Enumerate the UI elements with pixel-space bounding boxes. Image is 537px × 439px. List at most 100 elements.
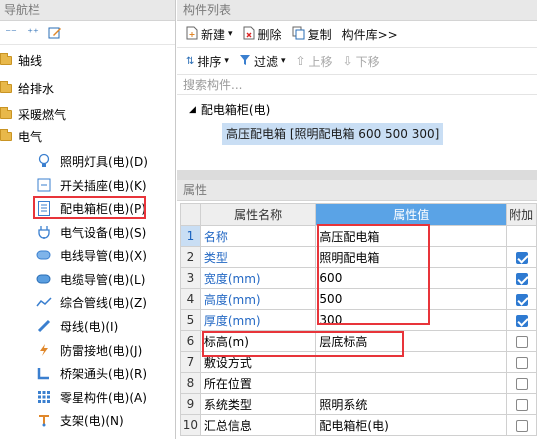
move-down-button[interactable]: ⇩ 下移 [339,50,384,72]
copy-button[interactable]: 复制 [288,23,336,45]
prop-value[interactable]: 配电箱柜(电) [315,414,508,436]
folder-icon [0,128,12,141]
table-row: 5 厚度(mm) 300 [180,309,537,331]
component-tree: ◢ 配电箱柜(电) 高压配电箱 [照明配电箱 600 500 300] [177,95,537,165]
arrow-down-icon: ⇩ [342,54,353,68]
nav-item-lighting[interactable]: 照明灯具(电)(D) [36,150,148,172]
prop-value[interactable] [315,372,508,394]
lightning-icon [36,342,52,358]
folder-icon [0,52,12,65]
prop-value[interactable]: 500 [315,288,508,310]
new-button[interactable]: 新建 ▾ [182,23,237,45]
new-icon [186,26,198,43]
nav-item-bracket[interactable]: 支架(电)(N) [36,409,124,431]
row-number: 4 [180,288,201,310]
corner-cell [180,203,201,226]
component-library-button[interactable]: 构件库>> [338,23,402,45]
sort-icon: ⇅ [186,55,195,67]
delete-button[interactable]: 删除 [239,23,286,45]
nav-item-busbar[interactable]: 母线(电)(I) [36,315,118,337]
nav-title: 导航栏 [0,0,175,21]
folder-axis[interactable]: 轴线 [0,49,42,71]
arrow-up-icon: ⇧ [295,54,306,68]
extra-checkbox[interactable] [515,314,528,327]
copy-label: 复制 [307,27,332,42]
copy-icon [292,26,305,43]
prop-value[interactable] [315,351,508,373]
row-number: 6 [180,330,201,352]
nav-item-cable-pipe[interactable]: 电缆导管(电)(L) [36,268,145,290]
nav-item-label: 电气设备(电)(S) [60,225,147,240]
extra-checkbox[interactable] [515,419,528,432]
nav-toolbar: ⁻⁻ ⁺⁺ [0,21,175,45]
extra-checkbox[interactable] [515,251,528,264]
chevron-down-icon: ▾ [280,56,286,66]
component-search-input[interactable]: 搜索构件... [177,75,537,95]
folder-label: 给排水 [18,81,55,96]
prop-name: 敷设方式 [199,351,317,373]
nav-item-equipment[interactable]: 电气设备(电)(S) [36,221,146,243]
table-row: 3 宽度(mm) 600 [180,267,537,289]
properties-title: 属性 [177,180,537,201]
prop-value[interactable]: 层底标高 [315,330,508,352]
extra-checkbox[interactable] [515,293,528,306]
table-row: 1 名称 高压配电箱 [180,225,537,247]
pipeline-icon [36,294,52,310]
folder-icon [0,80,12,93]
sort-button[interactable]: ⇅ 排序 ▾ [182,50,233,72]
cable-pipe-icon [36,271,52,287]
table-row: 4 高度(mm) 500 [180,288,537,310]
nav-item-label: 照明灯具(电)(D) [60,154,148,169]
prop-value[interactable]: 600 [315,267,508,289]
nav-item-bridge[interactable]: 桥架通头(电)(R) [36,362,147,384]
selected-item-highlight [33,196,146,219]
extra-checkbox[interactable] [515,356,528,369]
folder-electrical[interactable]: 电气 [0,125,42,147]
folder-heating[interactable]: 采暖燃气 [0,103,66,125]
component-tree-child-selected[interactable]: 高压配电箱 [照明配电箱 600 500 300] [222,123,444,145]
table-row: 10 汇总信息 配电箱柜(电) [180,414,537,436]
filter-button[interactable]: 过滤 ▾ [235,50,290,72]
bridge-icon [36,365,52,381]
prop-value[interactable]: 照明配电箱 [315,246,508,268]
properties-panel: 属性 属性名称 属性值 附加 1 名称 高压配电箱 2 类型 照明配电箱 3 宽… [177,180,537,439]
extra-checkbox[interactable] [515,377,528,390]
sort-label: 排序 [197,54,222,69]
nav-item-pipeline[interactable]: 综合管线(电)(Z) [36,291,147,313]
expand-all-icon[interactable]: ⁺⁺ [24,24,42,42]
nav-item-lightning[interactable]: 防雷接地(电)(J) [36,339,142,361]
component-list-panel: 构件列表 新建 ▾ 删除 复制 构件库>> ⇅ 排序 ▾ 过滤 ▾ ⇧ 上移 ⇩… [177,0,537,170]
new-label: 新建 [201,27,226,42]
row-number: 1 [180,225,201,247]
nav-item-label: 防雷接地(电)(J) [60,343,143,358]
folder-water[interactable]: 给排水 [0,77,54,99]
prop-value[interactable]: 照明系统 [315,393,508,415]
extra-checkbox[interactable] [515,398,528,411]
col-header-name: 属性名称 [199,203,317,226]
prop-value[interactable]: 高压配电箱 [315,225,508,247]
prop-name: 宽度(mm) [199,267,317,289]
nav-item-misc[interactable]: 零星构件(电)(A) [36,386,147,408]
move-up-label: 上移 [308,54,333,69]
table-row: 9 系统类型 照明系统 [180,393,537,415]
component-toolbar-row2: ⇅ 排序 ▾ 过滤 ▾ ⇧ 上移 ⇩ 下移 [177,48,537,75]
panel-splitter[interactable] [177,170,537,180]
nav-item-label: 零星构件(电)(A) [60,390,147,405]
delete-icon [243,26,255,43]
filter-icon [239,54,251,69]
move-up-button[interactable]: ⇧ 上移 [291,50,336,72]
component-tree-parent[interactable]: ◢ 配电箱柜(电) [189,101,270,118]
row-number: 9 [180,393,201,415]
extra-checkbox[interactable] [515,272,528,285]
row-number: 7 [180,351,201,373]
folder-label: 轴线 [18,53,43,68]
prop-name: 标高(m) [199,330,317,352]
prop-value[interactable]: 300 [315,309,508,331]
nav-item-wire-pipe[interactable]: 电线导管(电)(X) [36,244,147,266]
collapse-all-icon[interactable]: ⁻⁻ [2,24,20,42]
edit-icon[interactable] [46,24,64,42]
extra-checkbox[interactable] [515,335,528,348]
nav-item-switch[interactable]: 开关插座(电)(K) [36,174,147,196]
nav-item-label: 支架(电)(N) [60,413,124,428]
wire-pipe-icon [36,247,52,263]
